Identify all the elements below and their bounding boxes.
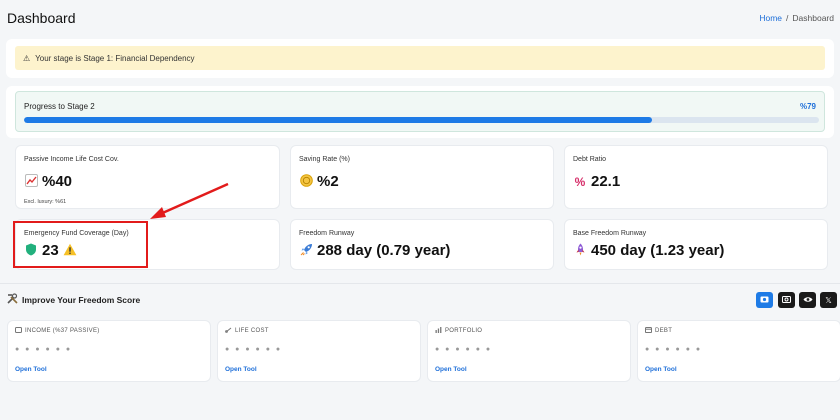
progress-fill	[24, 117, 653, 123]
tool-card-income: INCOME (%37 PASSIVE) ● ● ● ● ● ● Open To…	[7, 320, 211, 382]
tool-title: DEBT	[645, 327, 672, 335]
stage-alert: ⚠ Your stage is Stage 1: Financial Depen…	[15, 46, 825, 70]
tool-progress-dots: ● ● ● ● ● ●	[15, 346, 73, 353]
card-value: 288 day (0.79 year)	[317, 242, 451, 259]
breadcrumb: Home / Dashboard	[759, 13, 834, 23]
wallet-icon	[15, 327, 22, 335]
annotation-highlight-box	[13, 221, 148, 268]
warning-icon: ⚠	[23, 53, 31, 63]
card-subtext: Excl. luxury: %61	[24, 199, 67, 205]
card-value-row: 288 day (0.79 year)	[299, 242, 450, 259]
link-icon	[225, 327, 232, 335]
x-icon: 𝕏	[825, 295, 832, 305]
tool-title: LIFE COST	[225, 327, 269, 335]
card-value-row: %2	[299, 173, 339, 190]
camera-alt-button[interactable]	[778, 292, 795, 308]
camera-alt-icon	[782, 295, 791, 305]
card-title: Base Freedom Runway	[573, 230, 647, 237]
card-saving-rate: Saving Rate (%) %2	[290, 145, 554, 209]
card-debt-ratio: Debt Ratio % 22.1	[564, 145, 828, 209]
card-value: 22.1	[591, 173, 621, 190]
tool-card-life-cost: LIFE COST ● ● ● ● ● ● Open Tool	[217, 320, 421, 382]
card-title: Freedom Runway	[299, 230, 355, 237]
open-tool-link[interactable]: Open Tool	[15, 366, 47, 373]
card-value: %40	[42, 173, 73, 190]
card-base-freedom-runway: Base Freedom Runway 450 day (1.23 year)	[564, 219, 828, 270]
progress-value: %79	[799, 102, 816, 111]
card-value: %2	[317, 173, 339, 190]
tool-title: INCOME (%37 PASSIVE)	[15, 327, 100, 335]
tool-title-text: DEBT	[655, 328, 673, 334]
rocket-icon	[299, 243, 313, 259]
tool-progress-dots: ● ● ● ● ● ●	[435, 346, 493, 353]
tools-icon	[7, 293, 18, 306]
progress-track	[24, 117, 819, 123]
coin-icon	[299, 173, 313, 190]
progress-box: Progress to Stage 2 %79	[15, 91, 825, 132]
tool-title-text: PORTFOLIO	[445, 328, 483, 334]
breadcrumb-current: Dashboard	[792, 13, 834, 23]
tool-card-debt: DEBT ● ● ● ● ● ● Open Tool	[637, 320, 840, 382]
chart-up-icon	[24, 173, 38, 190]
progress-panel: Progress to Stage 2 %79	[6, 86, 834, 138]
alert-panel: ⚠ Your stage is Stage 1: Financial Depen…	[6, 39, 834, 78]
card-title: Saving Rate (%)	[299, 156, 350, 163]
tool-title: PORTFOLIO	[435, 327, 482, 335]
tools-heading-text: Improve Your Freedom Score	[22, 294, 141, 305]
section-divider	[0, 283, 840, 284]
card-title: Passive Income Life Cost Cov.	[24, 156, 119, 163]
open-tool-link[interactable]: Open Tool	[645, 366, 677, 373]
tool-card-portfolio: PORTFOLIO ● ● ● ● ● ● Open Tool	[427, 320, 631, 382]
card-title: Debt Ratio	[573, 156, 607, 163]
eye-button[interactable]	[799, 292, 816, 308]
tool-title-text: LIFE COST	[235, 328, 269, 334]
tools-heading: Improve Your Freedom Score	[7, 293, 140, 306]
bar-chart-icon	[435, 327, 442, 335]
card-value-row: % 22.1	[573, 173, 621, 190]
open-tool-link[interactable]: Open Tool	[435, 366, 467, 373]
card-passive-income: Passive Income Life Cost Cov. %40 Excl. …	[15, 145, 280, 209]
card-value-row: 450 day (1.23 year)	[573, 242, 724, 259]
breadcrumb-home-link[interactable]: Home	[759, 13, 782, 23]
x-button[interactable]: 𝕏	[820, 292, 837, 308]
tool-title-text: INCOME (%37 PASSIVE)	[25, 328, 100, 334]
card-freedom-runway: Freedom Runway 288 day (0.79 year)	[290, 219, 554, 270]
percent-icon: %	[574, 174, 586, 189]
alert-text: Your stage is Stage 1: Financial Depende…	[35, 53, 195, 63]
camera-button[interactable]	[756, 292, 773, 308]
page-title: Dashboard	[7, 10, 76, 26]
top-bar: Dashboard Home / Dashboard	[0, 0, 840, 36]
card-value: 450 day (1.23 year)	[591, 242, 725, 259]
breadcrumb-separator: /	[786, 13, 789, 23]
progress-label: Progress to Stage 2	[24, 102, 95, 111]
tool-progress-dots: ● ● ● ● ● ●	[225, 346, 283, 353]
open-tool-link[interactable]: Open Tool	[225, 366, 257, 373]
card-icon	[645, 327, 652, 335]
camera-icon	[760, 295, 769, 305]
card-value-row: %40	[24, 173, 72, 190]
rocket-icon	[573, 243, 587, 259]
eye-icon	[803, 296, 813, 305]
tool-progress-dots: ● ● ● ● ● ●	[645, 346, 703, 353]
